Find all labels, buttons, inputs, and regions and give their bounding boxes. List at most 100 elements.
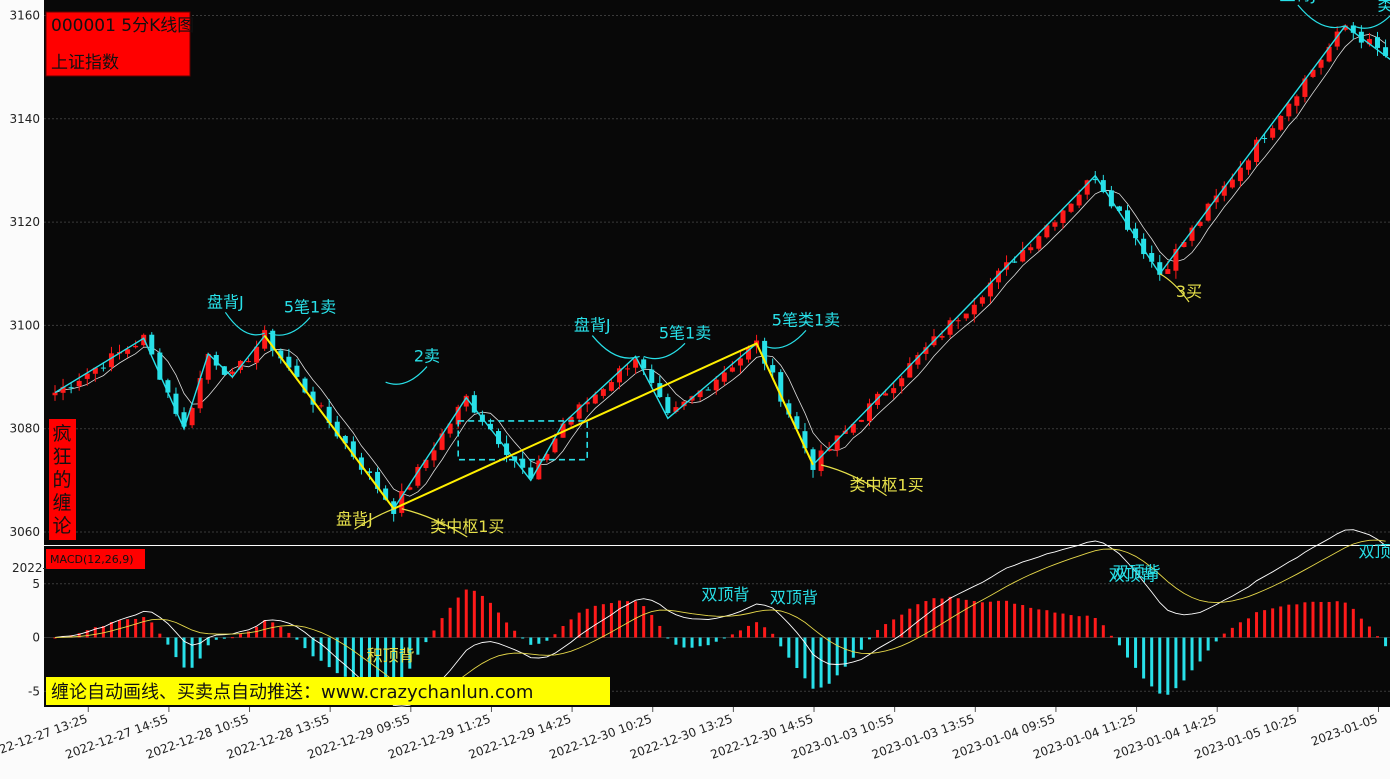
macd-histogram-bar	[1021, 605, 1025, 638]
price-tick-label: 3140	[9, 112, 40, 126]
banner-char-1: 疯	[52, 423, 71, 445]
macd-histogram-bar	[1206, 637, 1210, 651]
macd-histogram-bar	[416, 637, 420, 655]
macd-histogram-bar	[109, 622, 113, 638]
promo-text: 缠论自动画线、买卖点自动推送：www.crazychanlun.com	[51, 682, 533, 703]
price-annotation: 类中枢1买	[430, 517, 504, 536]
candle-body	[1245, 160, 1251, 170]
macd-histogram-bar	[1117, 637, 1121, 646]
macd-histogram-bar	[505, 622, 509, 638]
macd-histogram-bar	[658, 625, 662, 638]
macd-histogram-bar	[859, 637, 863, 650]
macd-histogram-bar	[908, 608, 912, 638]
price-annotation: 类1	[1378, 0, 1390, 14]
candle-body	[431, 450, 437, 461]
macd-histogram-bar	[537, 637, 541, 644]
macd-histogram-bar	[1029, 607, 1033, 638]
candle-body	[770, 365, 776, 373]
macd-histogram-bar	[892, 619, 896, 638]
macd-histogram-bar	[1230, 627, 1234, 638]
candle-body	[858, 419, 864, 422]
macd-annotation: 双顶背	[770, 588, 818, 607]
candle-body	[1278, 115, 1284, 130]
macd-histogram-bar	[1005, 600, 1009, 638]
candle-body	[246, 361, 252, 363]
macd-histogram-bar	[1311, 601, 1315, 638]
macd-histogram-bar	[464, 589, 468, 638]
macd-histogram-bar	[1287, 604, 1291, 638]
candle-body	[971, 304, 977, 315]
macd-histogram-bar	[1182, 637, 1186, 681]
macd-histogram-bar	[876, 629, 880, 638]
macd-histogram-bar	[1077, 616, 1081, 638]
macd-histogram-bar	[142, 617, 146, 638]
macd-histogram-bar	[1246, 618, 1250, 638]
macd-histogram-bar	[1085, 615, 1089, 638]
macd-histogram-bar	[529, 637, 533, 645]
macd-histogram-bar	[593, 605, 597, 638]
candle-body	[939, 335, 945, 338]
macd-histogram-bar	[1053, 612, 1057, 638]
candle-body	[1060, 210, 1066, 223]
macd-histogram-bar	[1198, 637, 1202, 662]
macd-histogram-bar	[311, 637, 315, 657]
macd-histogram-bar	[706, 637, 710, 646]
macd-histogram-bar	[843, 637, 847, 667]
macd-histogram-bar	[190, 637, 194, 668]
candle-body	[1262, 138, 1268, 140]
macd-histogram-bar	[1150, 637, 1154, 687]
macd-tick-label: 5	[32, 577, 40, 591]
candle-body	[657, 383, 663, 398]
candle-body	[665, 397, 671, 414]
macd-histogram-bar	[924, 601, 928, 638]
candle-body	[1028, 247, 1034, 251]
candle-body	[68, 387, 74, 389]
macd-histogram-bar	[835, 637, 839, 676]
candle-body	[108, 353, 114, 368]
macd-histogram-bar	[666, 637, 670, 639]
macd-tick-label: 0	[32, 631, 40, 645]
candle-body	[1270, 128, 1276, 138]
price-tick-label: 3120	[9, 215, 40, 229]
macd-histogram-bar	[1359, 618, 1363, 638]
macd-histogram-bar	[779, 637, 783, 647]
candle-body	[818, 450, 824, 472]
candle-body	[52, 392, 58, 396]
macd-histogram-bar	[1214, 637, 1218, 642]
banner-char-3: 的	[52, 469, 71, 491]
index-name: 上证指数	[51, 53, 119, 73]
macd-histogram-bar	[432, 630, 436, 638]
candle-body	[1076, 194, 1082, 206]
macd-histogram-bar	[819, 637, 823, 688]
candle-body	[1012, 261, 1018, 263]
macd-histogram-bar	[287, 632, 291, 638]
macd-histogram-bar	[698, 637, 702, 647]
macd-histogram-bar	[166, 637, 170, 645]
macd-histogram-bar	[738, 630, 742, 638]
price-annotation: 盘背J	[1280, 0, 1317, 4]
price-annotation: 5笔1卖	[284, 297, 336, 316]
macd-histogram-bar	[1037, 609, 1041, 638]
macd-histogram-bar	[682, 637, 686, 648]
price-annotation: 盘背J	[336, 509, 373, 528]
macd-histogram-bar	[867, 637, 871, 640]
macd-histogram-bar	[722, 637, 726, 639]
candle-body	[649, 369, 655, 383]
price-annotation: 5笔1卖	[659, 323, 711, 342]
candle-body	[883, 393, 889, 396]
macd-histogram-bar	[1343, 602, 1347, 638]
macd-histogram-bar	[763, 627, 767, 638]
macd-histogram-bar	[1174, 637, 1178, 689]
macd-histogram-bar	[343, 637, 347, 677]
macd-histogram-bar	[1335, 601, 1339, 638]
macd-histogram-bar	[1061, 613, 1065, 638]
macd-histogram-bar	[1263, 610, 1267, 638]
macd-annotation: 双顶背	[701, 585, 749, 604]
macd-histogram-bar	[279, 626, 283, 638]
macd-histogram-bar	[771, 633, 775, 638]
macd-histogram-bar	[513, 630, 517, 638]
macd-histogram-bar	[617, 600, 621, 638]
macd-histogram-bar	[626, 601, 630, 638]
candle-body	[955, 320, 961, 322]
macd-histogram-bar	[1367, 626, 1371, 638]
